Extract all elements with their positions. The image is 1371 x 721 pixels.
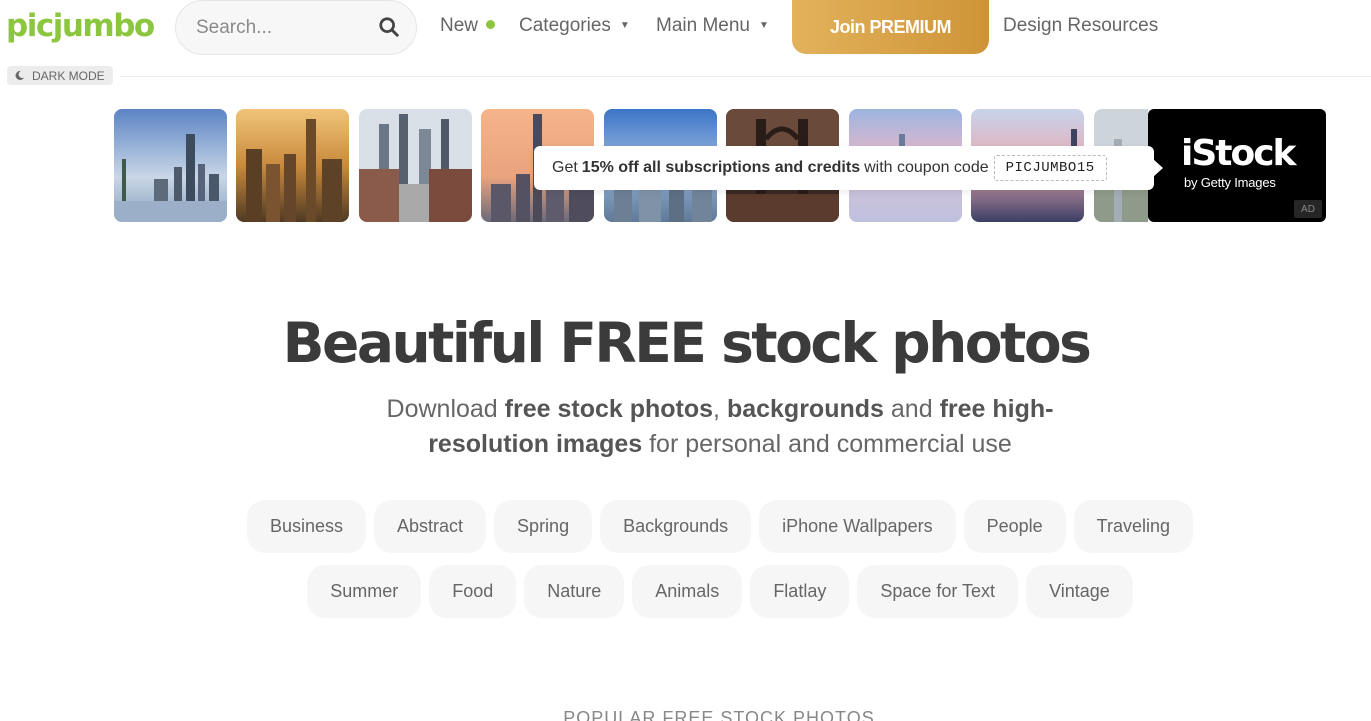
caret-down-icon: ▼ bbox=[619, 20, 630, 31]
category-chip-food[interactable]: Food bbox=[429, 565, 517, 618]
coupon-tooltip: Get 15% off all subscriptions and credit… bbox=[534, 146, 1163, 190]
category-chip-iphone-wallpapers[interactable]: iPhone Wallpapers bbox=[759, 500, 956, 553]
nav-categories[interactable]: Categories ▼ bbox=[519, 14, 630, 38]
hero-sub-3: , bbox=[713, 395, 720, 423]
hero-subtitle: Download free stock photos, backgrounds … bbox=[355, 392, 1085, 462]
nav-main-menu-label: Main Menu bbox=[656, 15, 750, 36]
category-chip-summer[interactable]: Summer bbox=[307, 565, 422, 618]
istock-tagline: by Getty Images bbox=[1184, 175, 1276, 190]
dark-mode-toggle[interactable]: DARK MODE bbox=[7, 66, 113, 85]
logo[interactable]: picjumbo bbox=[6, 6, 155, 46]
coupon-offer: 15% off all subscriptions and credits bbox=[581, 159, 861, 176]
search-input[interactable] bbox=[196, 15, 366, 41]
coupon-code[interactable]: PICJUMBO15 bbox=[993, 155, 1107, 181]
nav-design-resources[interactable]: Design Resources bbox=[1003, 14, 1158, 38]
category-chip-space-for-text[interactable]: Space for Text bbox=[857, 565, 1019, 618]
coupon-suffix: with coupon code bbox=[864, 159, 989, 176]
popular-heading: POPULAR FREE STOCK PHOTOS bbox=[563, 708, 875, 721]
category-chip-backgrounds[interactable]: Backgrounds bbox=[600, 500, 752, 553]
ad-badge: AD bbox=[1294, 200, 1322, 218]
nav-new-label: New bbox=[440, 15, 479, 36]
category-chip-business[interactable]: Business bbox=[246, 500, 367, 553]
category-chip-animals[interactable]: Animals bbox=[632, 565, 743, 618]
hero-sub-1: Download bbox=[386, 395, 498, 423]
ad-thumbnail[interactable] bbox=[114, 109, 227, 222]
new-indicator-dot bbox=[486, 20, 496, 29]
hero-sub-2: free stock photos bbox=[504, 395, 714, 423]
join-premium-button[interactable]: Join PREMIUM bbox=[792, 0, 989, 54]
moon-icon bbox=[15, 70, 25, 81]
category-chips: Business Abstract Spring Backgrounds iPh… bbox=[230, 500, 1210, 618]
category-chip-abstract[interactable]: Abstract bbox=[374, 500, 487, 553]
dark-mode-label: DARK MODE bbox=[32, 68, 105, 83]
category-chip-spring[interactable]: Spring bbox=[494, 500, 593, 553]
search-box bbox=[175, 0, 417, 55]
category-chip-flatlay[interactable]: Flatlay bbox=[750, 565, 850, 618]
header-divider bbox=[120, 76, 1371, 77]
nav-main-menu[interactable]: Main Menu ▼ bbox=[656, 14, 769, 38]
caret-down-icon: ▼ bbox=[759, 20, 769, 31]
ad-thumbnail[interactable] bbox=[236, 109, 349, 222]
istock-logo: iStock bbox=[1181, 133, 1296, 174]
category-chip-nature[interactable]: Nature bbox=[524, 565, 625, 618]
nav-new[interactable]: New bbox=[440, 14, 496, 38]
istock-ad-banner[interactable]: iStock by Getty Images AD bbox=[1148, 109, 1326, 222]
nav-categories-label: Categories bbox=[519, 15, 611, 36]
hero-sub-5: and bbox=[890, 395, 933, 423]
category-chip-traveling[interactable]: Traveling bbox=[1073, 500, 1194, 553]
hero-sub-7: for personal and commercial use bbox=[649, 430, 1012, 458]
search-icon[interactable] bbox=[378, 16, 400, 38]
ad-thumbnail[interactable] bbox=[359, 109, 472, 222]
category-chip-vintage[interactable]: Vintage bbox=[1026, 565, 1133, 618]
hero-sub-4: backgrounds bbox=[726, 395, 884, 423]
category-chip-people[interactable]: People bbox=[963, 500, 1066, 553]
coupon-prefix: Get bbox=[552, 159, 578, 176]
page-title: Beautiful FREE stock photos bbox=[282, 311, 1092, 375]
